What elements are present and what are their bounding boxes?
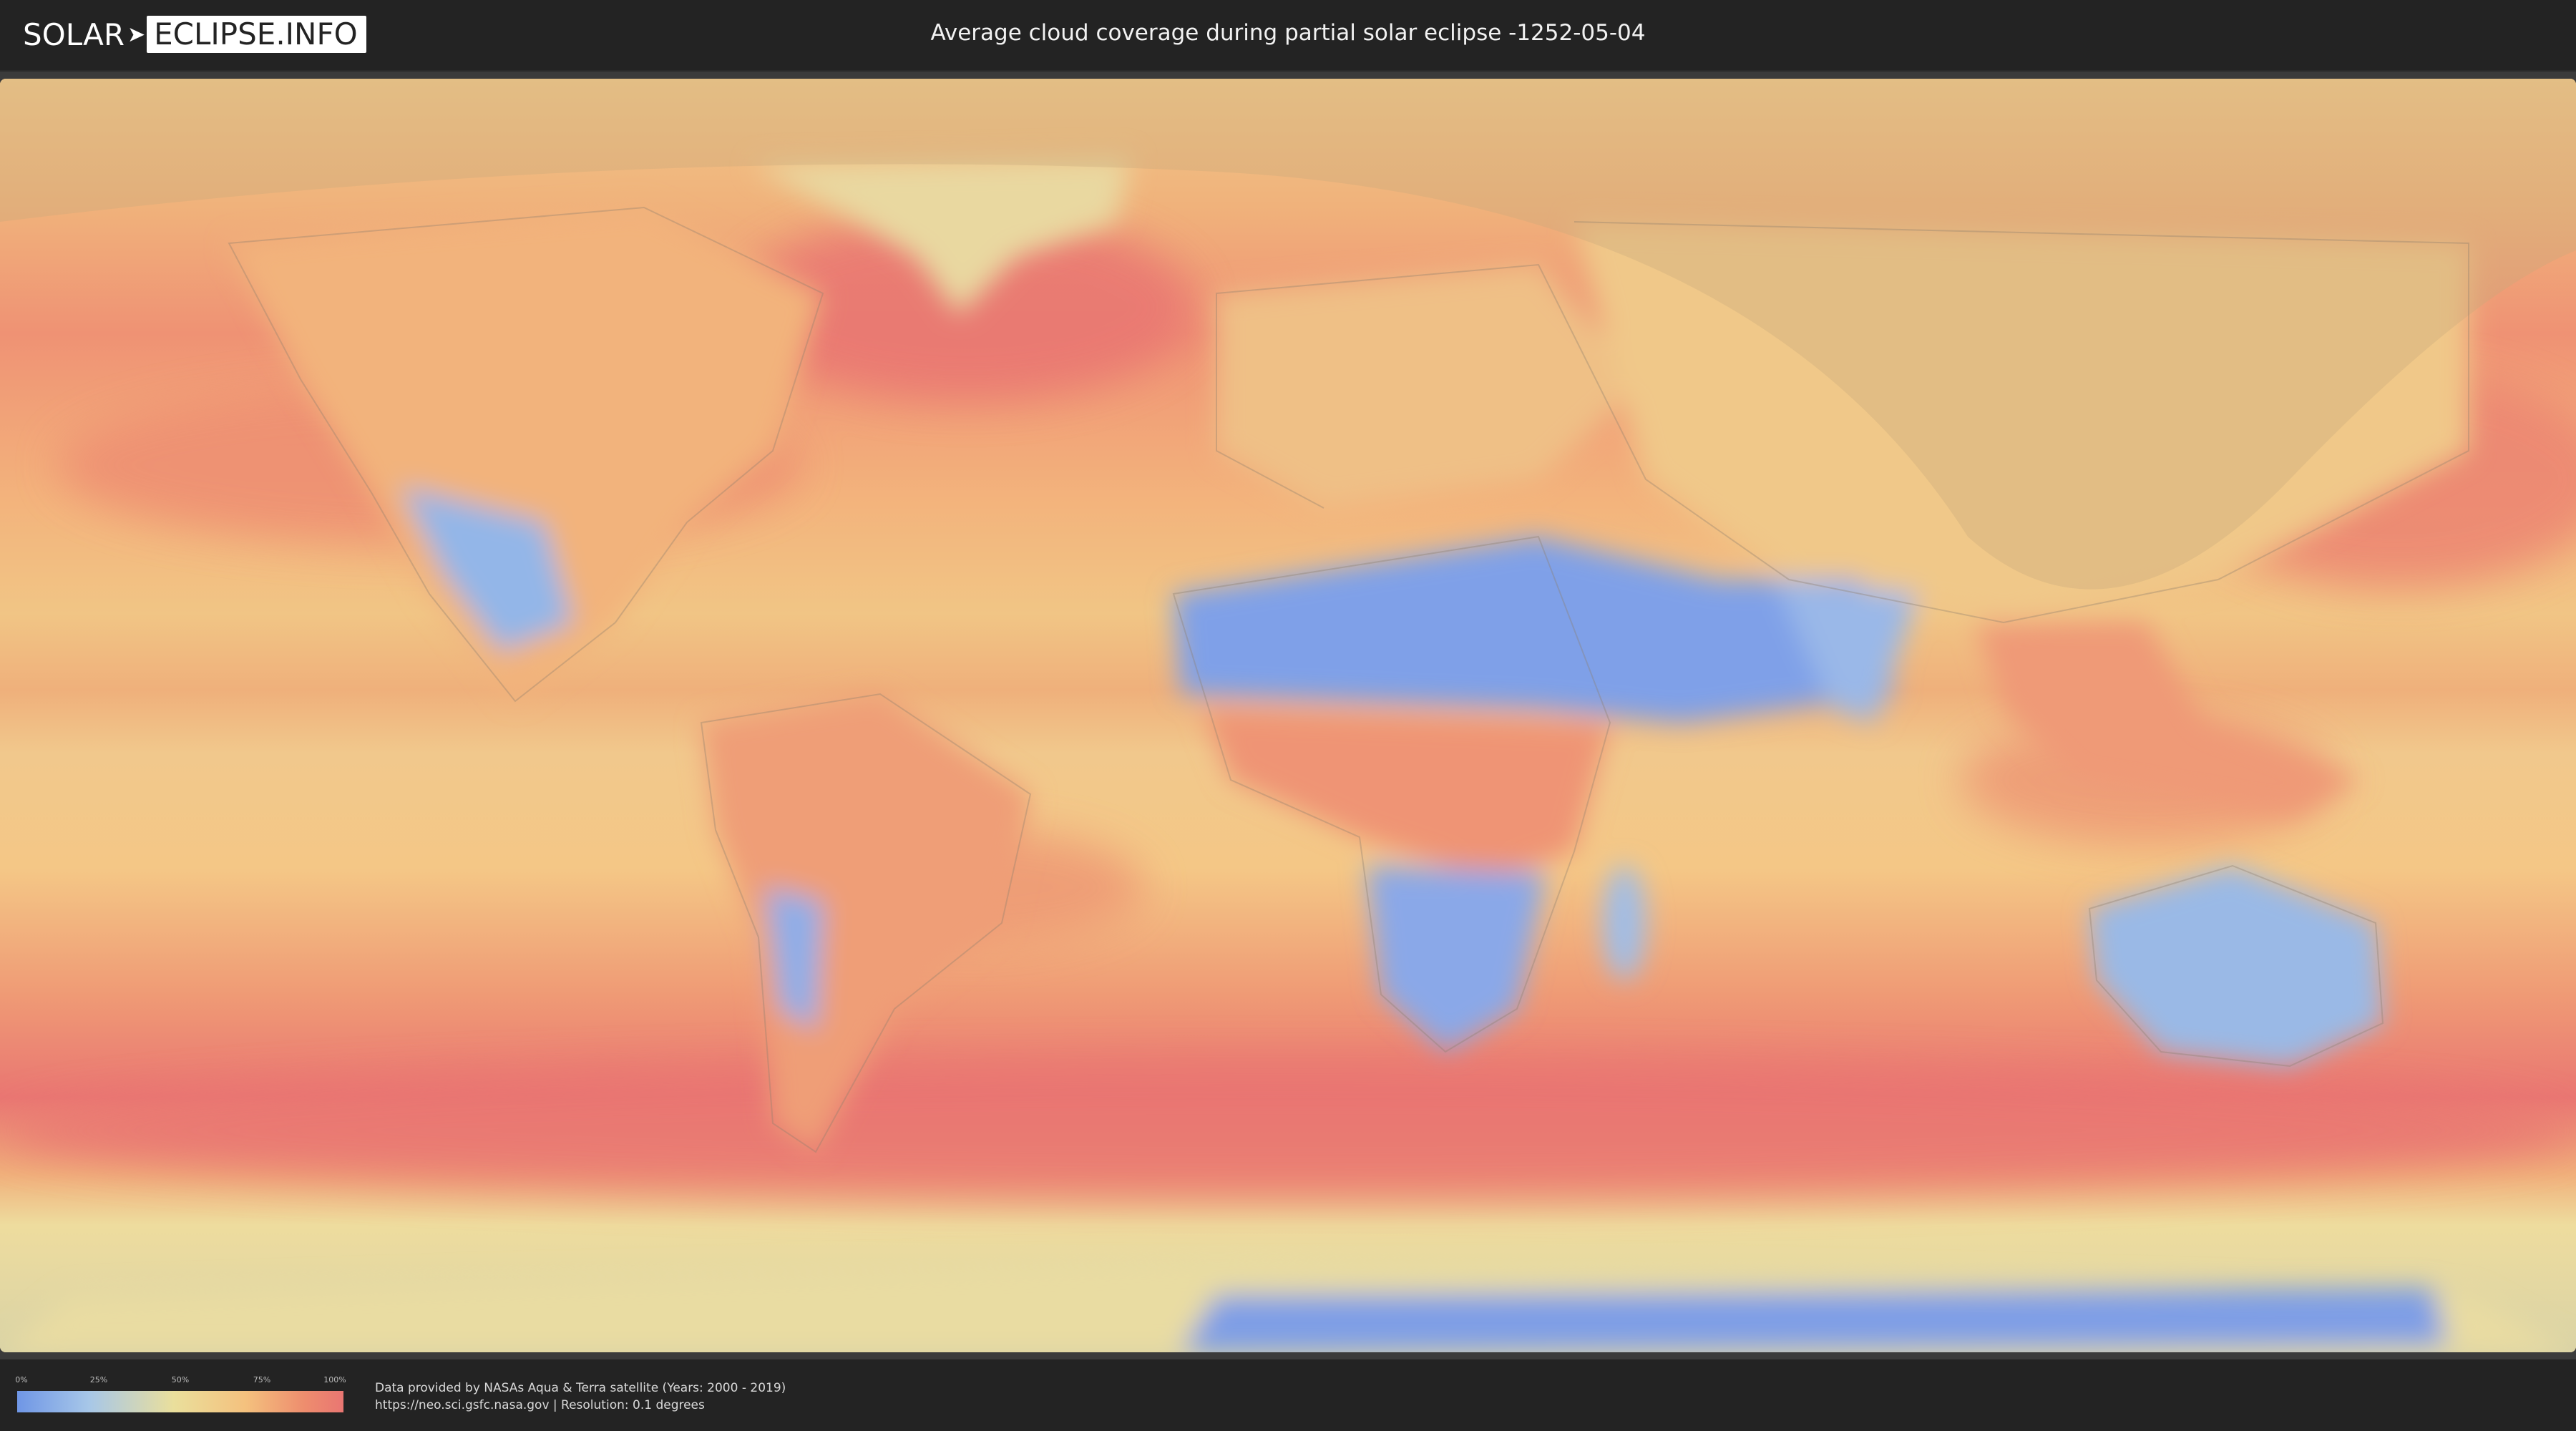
map-graphic (0, 79, 2576, 1352)
legend-tick-50: 50% (171, 1375, 190, 1384)
page-title: Average cloud coverage during partial so… (930, 20, 1646, 46)
map-frame (0, 72, 2576, 1359)
credit-line-url[interactable]: https://neo.sci.gsfc.nasa.gov | Resoluti… (375, 1397, 786, 1414)
credit-line-source: Data provided by NASAs Aqua & Terra sate… (375, 1381, 786, 1395)
legend-tick-75: 75% (253, 1375, 271, 1384)
antarctica-clear (1181, 1288, 2447, 1352)
legend-color-bar (17, 1391, 343, 1412)
header-bar: SOLAR ➤ ECLIPSE.INFO Average cloud cover… (0, 0, 2576, 70)
legend-ticks: 0% 25% 50% 75% 100% (15, 1375, 346, 1385)
footer-bar: 0% 25% 50% 75% 100% Data provided by NAS… (0, 1359, 2576, 1431)
cloud-coverage-map (0, 79, 2576, 1352)
legend-tick-0: 0% (15, 1375, 28, 1384)
legend-tick-25: 25% (89, 1375, 108, 1384)
data-credits: Data provided by NASAs Aqua & Terra sate… (375, 1379, 786, 1414)
cloud-coverage-legend: 0% 25% 50% 75% 100% (15, 1375, 346, 1412)
legend-tick-100: 100% (323, 1375, 346, 1384)
